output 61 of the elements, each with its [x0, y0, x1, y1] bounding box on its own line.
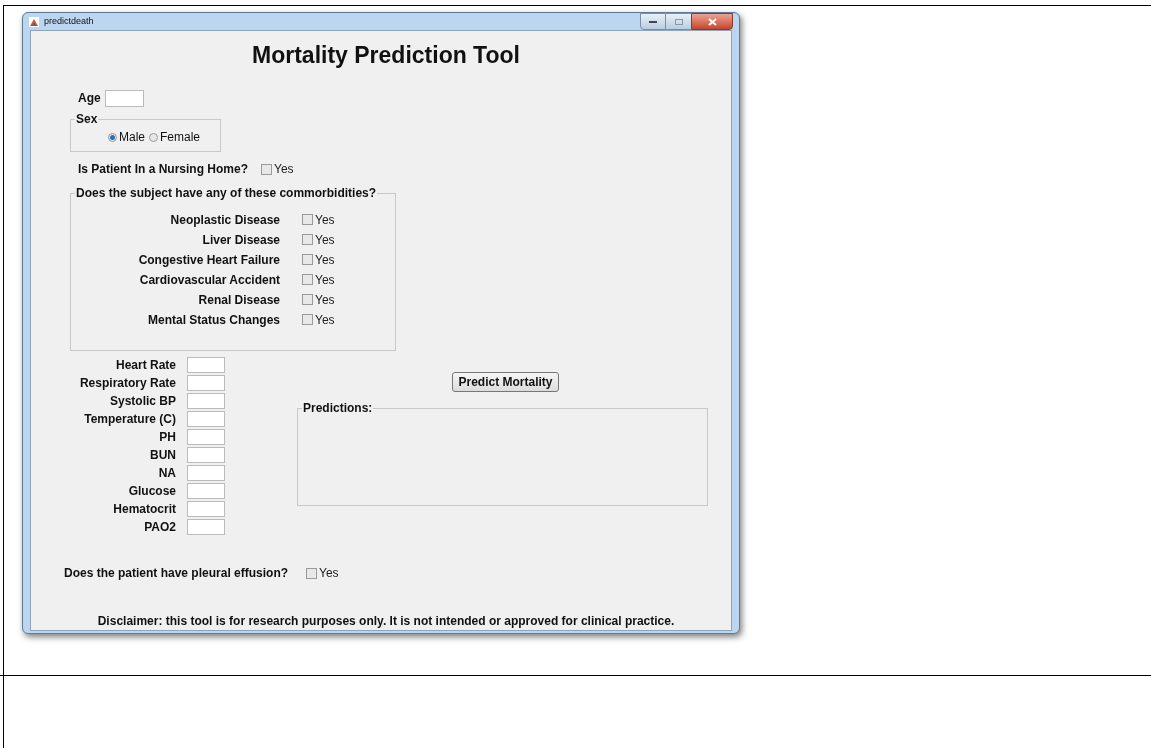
field-label: Respiratory Rate — [78, 375, 176, 392]
checkbox-label: Yes — [315, 311, 335, 329]
field-label: Age — [78, 90, 101, 107]
condition-label: Renal Disease — [197, 291, 280, 309]
condition-label: Congestive Heart Failure — [137, 251, 280, 269]
field-label: PAO2 — [143, 519, 176, 536]
value-field[interactable] — [187, 375, 225, 391]
group-legend: Does the subject have any of these commorbidities? — [75, 185, 378, 201]
maximize-icon — [674, 18, 683, 25]
field-label: NA — [157, 465, 176, 482]
value-field[interactable] — [187, 429, 225, 445]
field-label: Systolic BP — [108, 393, 176, 410]
field-label: Hematocrit — [112, 501, 176, 518]
condition-label: Mental Status Changes — [146, 311, 280, 329]
minimize-icon — [649, 20, 657, 23]
checkbox-label: Yes — [315, 211, 335, 229]
radio-label: Female — [160, 129, 201, 146]
checkbox-label: Yes — [315, 291, 335, 309]
value-field[interactable] — [187, 501, 225, 517]
field-label: Glucose — [127, 483, 176, 500]
checkbox-label: Yes — [274, 161, 294, 178]
radio-label: Male — [119, 129, 145, 146]
field-label: PH — [158, 429, 176, 446]
checkbox[interactable] — [302, 234, 313, 245]
checkbox-label: Yes — [319, 565, 339, 582]
close-button[interactable] — [691, 13, 733, 30]
condition-label: Neoplastic Disease — [169, 211, 280, 229]
disclaimer-text: Disclaimer: this tool is for research purposes only. It is not intended or approved for clinical practice. — [96, 613, 676, 630]
condition-label: Cardiovascular Accident — [138, 271, 280, 289]
value-field[interactable] — [187, 393, 225, 409]
field-label: Heart Rate — [114, 357, 176, 374]
value-field[interactable] — [187, 411, 225, 427]
checkbox-label: Yes — [315, 271, 335, 289]
value-field[interactable] — [187, 465, 225, 481]
checkbox[interactable] — [302, 214, 313, 225]
age-field[interactable] — [104, 89, 144, 107]
question-label: Does the patient have pleural effusion? — [64, 565, 289, 582]
checkbox-label: Yes — [315, 231, 335, 249]
field-label: Temperature (C) — [83, 411, 176, 428]
radio-button[interactable] — [149, 132, 158, 142]
app-icon — [29, 16, 39, 27]
window-title: predictdeath — [44, 14, 94, 28]
checkbox-label: Yes — [315, 251, 335, 269]
predict-button[interactable]: Predict Mortality — [452, 372, 559, 392]
checkbox[interactable] — [302, 274, 313, 285]
field-label: BUN — [149, 447, 176, 464]
checkbox[interactable] — [261, 163, 273, 175]
value-field[interactable] — [187, 483, 225, 499]
checkbox[interactable] — [302, 254, 313, 265]
question-label: Is Patient In a Nursing Home? — [78, 161, 249, 178]
checkbox[interactable] — [306, 567, 318, 579]
value-field[interactable] — [187, 357, 225, 373]
value-field[interactable] — [187, 519, 225, 535]
close-icon — [707, 17, 717, 26]
checkbox[interactable] — [302, 294, 313, 305]
value-field[interactable] — [187, 447, 225, 463]
minimize-button[interactable] — [640, 13, 666, 30]
app-heading: Mortality Prediction Tool — [251, 41, 521, 69]
checkbox[interactable] — [302, 314, 313, 325]
condition-label: Liver Disease — [201, 231, 280, 249]
radio-button[interactable] — [108, 132, 117, 142]
